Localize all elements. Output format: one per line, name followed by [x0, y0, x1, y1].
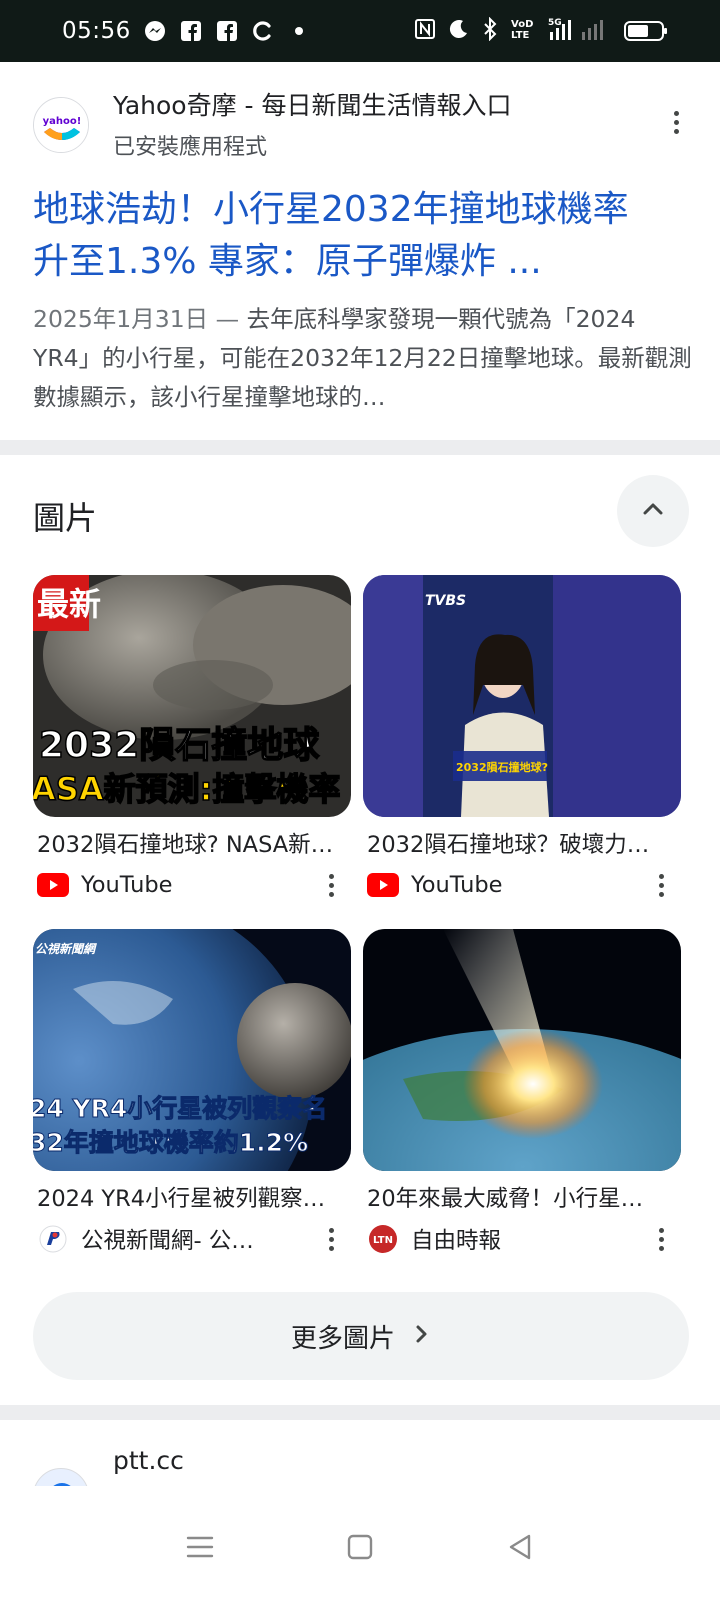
facebook-icon — [215, 19, 239, 43]
result-snippet: 2025年1月31日 — 去年底科學家發現一顆代號為「2024 YR4」的小行星… — [33, 300, 693, 417]
pts-icon — [37, 1225, 69, 1253]
network-type: 5G — [548, 18, 562, 28]
source-name: 公視新聞網- 公… — [81, 1228, 254, 1254]
image-result-card[interactable]: TVBS 2032隕石撞地球? 2032隕石撞地球？破壞力… YouTube — [363, 575, 681, 899]
image-result-card[interactable]: 20年來最大威脅！小行星… LTN 自由時報 — [363, 929, 681, 1254]
chevron-right-icon — [413, 1322, 431, 1350]
image-more-options-icon[interactable] — [649, 867, 673, 903]
image-source: LTN 自由時報 — [363, 1225, 681, 1254]
more-images-button[interactable]: 更多圖片 — [33, 1292, 689, 1380]
image-thumbnail[interactable]: TVBS 2032隕石撞地球? — [363, 575, 681, 817]
nfc-icon — [414, 18, 436, 44]
ltn-icon: LTN — [367, 1225, 399, 1253]
ltn-icon-text: LTN — [373, 1235, 393, 1246]
thumb-badge: 公視新聞網 — [35, 942, 97, 956]
status-left: 05:56 — [62, 18, 311, 44]
messenger-icon — [143, 19, 167, 43]
thumb-badge: 最新 — [37, 585, 101, 623]
navigation-bar — [0, 1486, 720, 1612]
image-thumbnail[interactable]: 最新 2032隕石撞地球 ASA新預測:撞擊機率 — [33, 575, 351, 817]
back-triangle-icon — [506, 1533, 534, 1565]
chevron-up-icon — [639, 495, 667, 527]
search-result-ptt[interactable]: ptt.cc — [0, 1420, 720, 1486]
site-name[interactable]: ptt.cc — [113, 1446, 184, 1475]
image-more-options-icon[interactable] — [649, 1221, 673, 1257]
result-title-link[interactable]: 地球浩劫！小行星2032年撞地球機率 升至1.3% 專家：原子彈爆炸 ... — [33, 184, 693, 288]
moon-icon — [448, 18, 470, 44]
thumb-channel: TVBS — [425, 593, 466, 609]
result-title-line2[interactable]: 升至1.3% 專家：原子彈爆炸 ... — [33, 236, 693, 288]
source-name: YouTube — [411, 872, 503, 898]
collapse-button[interactable] — [617, 475, 689, 547]
facebook-icon — [179, 19, 203, 43]
images-section: 圖片 最新 2032隕石撞地球 ASA新預測:撞擊機率 2032隕石撞地球? N… — [0, 455, 720, 1405]
search-result-yahoo[interactable]: yahoo! Yahoo奇摩 - 每日新聞生活情報入口 已安裝應用程式 地球浩劫… — [0, 62, 720, 440]
c-app-icon — [251, 19, 275, 43]
recents-button[interactable] — [178, 1527, 222, 1571]
image-title[interactable]: 2032隕石撞地球？破壞力… — [363, 827, 681, 859]
search-results-page[interactable]: yahoo! Yahoo奇摩 - 每日新聞生活情報入口 已安裝應用程式 地球浩劫… — [0, 62, 720, 1486]
result-more-options-icon[interactable] — [664, 104, 688, 140]
image-thumbnail[interactable] — [363, 929, 681, 1171]
bluetooth-icon — [482, 16, 498, 45]
site-subtitle: 已安裝應用程式 — [113, 135, 268, 160]
thumb-caption-1: 2032隕石撞地球 — [39, 725, 320, 766]
thumb-caption-1: 24 YR4小行星被列觀察名 — [33, 1094, 327, 1123]
site-favicon: yahoo! — [33, 97, 89, 153]
logo-text: yahoo! — [43, 116, 82, 127]
image-result-card[interactable]: 公視新聞網 24 YR4小行星被列觀察名 32年撞地球機率約1.2% 2024 … — [33, 929, 351, 1254]
image-more-options-icon[interactable] — [319, 867, 343, 903]
site-name[interactable]: Yahoo奇摩 - 每日新聞生活情報入口 — [113, 86, 512, 122]
svg-text:LTE: LTE — [511, 30, 530, 41]
image-source: 公視新聞網- 公… — [33, 1225, 351, 1254]
home-square-icon — [346, 1533, 374, 1565]
image-title[interactable]: 2024 YR4小行星被列觀察… — [33, 1181, 351, 1213]
signal-icon: 5G — [548, 16, 612, 46]
source-name: YouTube — [81, 872, 173, 898]
image-more-options-icon[interactable] — [319, 1221, 343, 1257]
back-button[interactable] — [498, 1527, 542, 1571]
thumb-caption-2: 32年撞地球機率約1.2% — [33, 1128, 308, 1157]
snippet-date: 2025年1月31日 — — [33, 305, 247, 333]
image-title[interactable]: 2032隕石撞地球? NASA新… — [33, 827, 351, 859]
battery-icon — [624, 20, 668, 42]
status-right: VoD LTE 5G — [414, 16, 668, 46]
volte-icon: VoD LTE — [510, 17, 536, 45]
section-divider — [0, 440, 720, 455]
images-section-title: 圖片 — [33, 499, 98, 537]
thumb-caption-2: ASA新預測:撞擊機率 — [33, 770, 340, 808]
status-time: 05:56 — [62, 18, 131, 44]
result-title-line1[interactable]: 地球浩劫！小行星2032年撞地球機率 — [33, 184, 693, 236]
youtube-icon — [37, 871, 69, 899]
section-divider — [0, 1405, 720, 1420]
dot-icon — [287, 19, 311, 43]
svg-text:VoD: VoD — [511, 19, 533, 30]
thumb-caption: 2032隕石撞地球? — [456, 760, 548, 774]
menu-icon — [185, 1534, 215, 1564]
image-title[interactable]: 20年來最大威脅！小行星… — [363, 1181, 681, 1213]
source-name: 自由時報 — [411, 1228, 502, 1254]
image-source: YouTube — [363, 871, 681, 899]
image-result-card[interactable]: 最新 2032隕石撞地球 ASA新預測:撞擊機率 2032隕石撞地球? NASA… — [33, 575, 351, 899]
home-button[interactable] — [338, 1527, 382, 1571]
image-thumbnail[interactable]: 公視新聞網 24 YR4小行星被列觀察名 32年撞地球機率約1.2% — [33, 929, 351, 1171]
status-bar: 05:56 VoD LTE 5G — [0, 0, 720, 62]
more-images-label: 更多圖片 — [290, 1323, 395, 1354]
image-source: YouTube — [33, 871, 351, 899]
site-favicon — [33, 1468, 89, 1486]
youtube-icon — [367, 871, 399, 899]
